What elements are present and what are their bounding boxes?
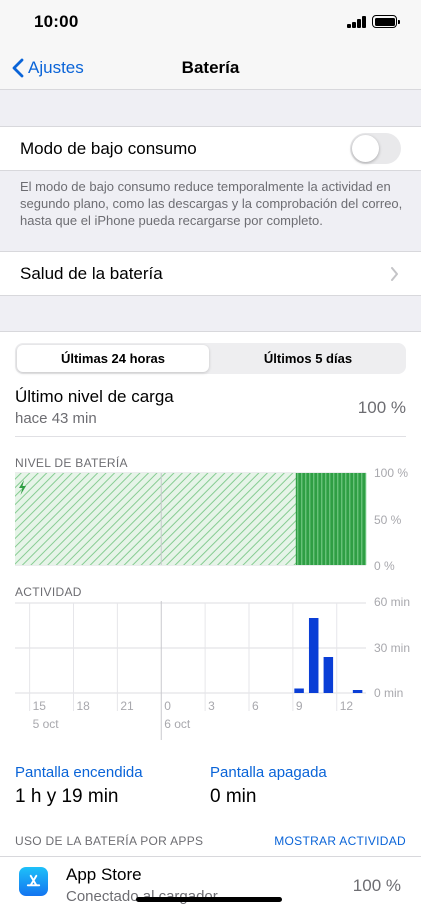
battery-level-bar — [185, 473, 196, 565]
app-usage-header: USO DE LA BATERÍA POR APPS — [15, 834, 204, 848]
cellular-signal-icon — [347, 16, 367, 28]
app-store-icon — [19, 867, 48, 896]
battery-level-bar — [205, 473, 216, 565]
battery-level-bar — [285, 473, 297, 565]
battery-level-bar — [135, 473, 146, 565]
activity-bar — [323, 657, 334, 693]
battery-status-icon — [372, 15, 400, 28]
battery-level-bar — [25, 473, 36, 565]
activity-x-tick-label: 15 — [32, 699, 46, 713]
battery-level-bar — [55, 473, 66, 565]
activity-x-tick-label: 9 — [295, 699, 303, 713]
segment-last-5-days[interactable]: Últimos 5 días — [212, 345, 404, 372]
low-power-label: Modo de bajo consumo — [20, 139, 197, 158]
battery-level-bar — [145, 473, 156, 565]
battery-level-bar — [225, 473, 236, 565]
page-title: Batería — [181, 58, 240, 77]
activity-x-tick-label: 18 — [76, 699, 90, 713]
status-time: 10:00 — [34, 12, 79, 31]
battery-level-bar — [65, 473, 76, 565]
battery-level-bar — [275, 473, 287, 565]
home-indicator — [136, 897, 282, 902]
low-power-note: El modo de bajo consumo reduce temporalm… — [20, 179, 403, 228]
battery-charging-region — [295, 473, 366, 565]
activity-chart — [15, 601, 366, 740]
battery-level-bar — [235, 473, 246, 565]
battery-level-bar — [95, 473, 106, 565]
app-name: App Store — [66, 865, 142, 884]
battery-level-bar — [115, 473, 126, 565]
battery-level-bar — [155, 473, 166, 565]
low-power-toggle[interactable] — [350, 133, 401, 164]
screen-on-value: 1 h y 19 min — [15, 786, 119, 807]
segment-last-24h[interactable]: Últimas 24 horas — [17, 345, 209, 372]
battery-level-bar — [265, 473, 277, 565]
screen-off-label: Pantalla apagada — [210, 764, 327, 781]
chevron-right-icon — [391, 267, 398, 281]
activity-x-tick-label: 3 — [208, 699, 215, 713]
navigation-bar: Ajustes Batería — [0, 46, 421, 90]
battery-health-label: Salud de la batería — [20, 264, 163, 283]
activity-bar — [294, 688, 304, 693]
last-charge-time: hace 43 min — [15, 410, 97, 427]
activity-bar — [352, 690, 363, 693]
activity-date-label: 6 oct — [164, 717, 191, 731]
time-range-segmented-control: Últimas 24 horas Últimos 5 días — [15, 343, 406, 374]
battery-level-bar — [85, 473, 96, 565]
activity-bar — [308, 618, 319, 693]
activity-x-tick-label: 12 — [339, 699, 354, 713]
battery-level-bar — [245, 473, 256, 565]
battery-level-bar — [75, 473, 86, 565]
status-bar: 10:00 — [0, 0, 421, 46]
app-percent: 100 % — [352, 876, 401, 895]
battery-level-bar — [215, 473, 226, 565]
battery-level-chart — [15, 472, 367, 566]
battery-health-cell[interactable]: Salud de la batería — [0, 252, 421, 295]
battery-level-bar — [35, 473, 46, 565]
low-power-cell: Modo de bajo consumo — [0, 127, 421, 170]
battery-level-bar — [105, 473, 116, 565]
last-charge-value: 100 % — [357, 398, 406, 417]
show-activity-button[interactable]: MOSTRAR ACTIVIDAD — [274, 834, 406, 848]
battery-level-bar — [255, 473, 267, 565]
screen-off-value: 0 min — [210, 786, 257, 807]
last-charge-title: Último nivel de carga — [15, 387, 174, 406]
activity-x-tick-label: 6 — [252, 699, 259, 713]
activity-x-tick-label: 21 — [120, 699, 134, 713]
battery-level-bar — [125, 473, 136, 565]
battery-level-bar — [45, 473, 56, 565]
activity-date-label: 5 oct — [32, 717, 59, 731]
battery-level-bar — [165, 473, 176, 565]
battery-level-bar — [175, 473, 186, 565]
battery-level-bar — [195, 473, 206, 565]
activity-x-tick-label: 0 — [164, 699, 171, 713]
screen-on-label: Pantalla encendida — [15, 764, 143, 781]
